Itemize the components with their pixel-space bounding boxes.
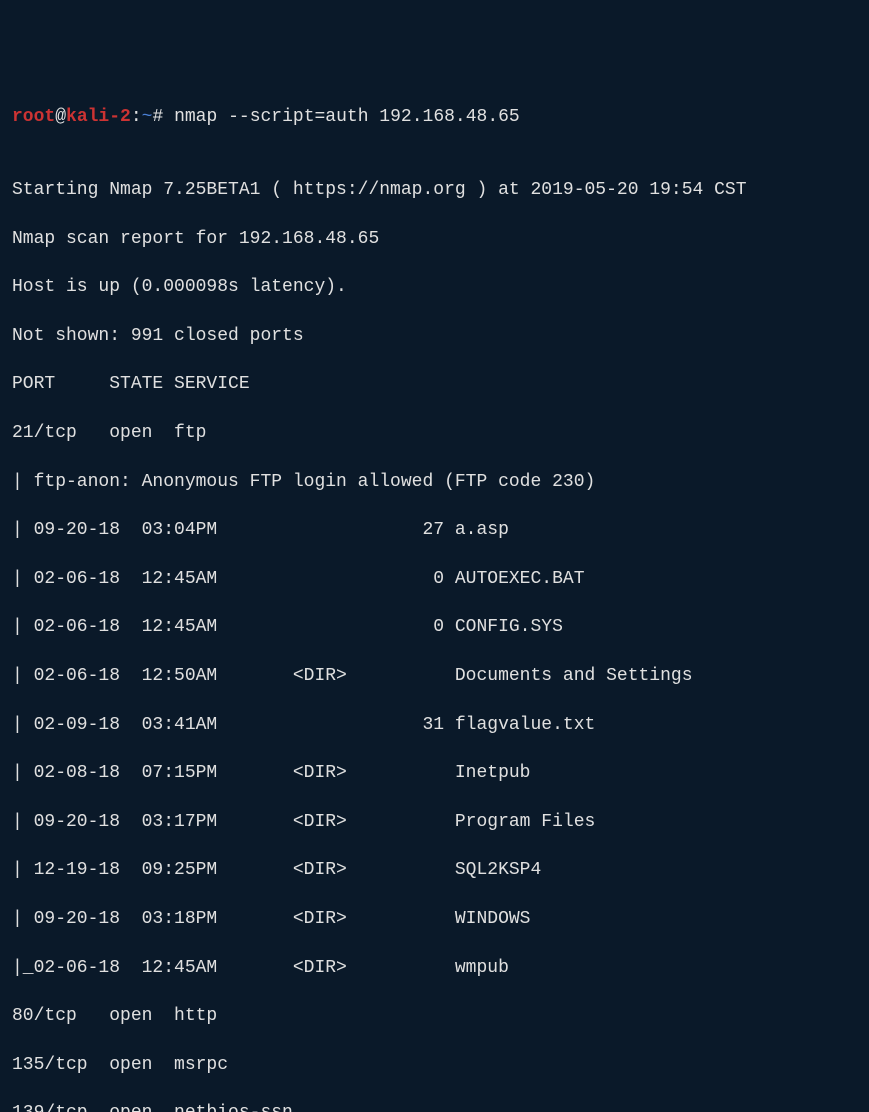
output-line-dir: | 12-19-18 09:25PM <DIR> SQL2KSP4 — [12, 858, 857, 882]
output-line-dir: | 09-20-18 03:18PM <DIR> WINDOWS — [12, 907, 857, 931]
output-line-file: | 02-06-18 12:45AM 0 CONFIG.SYS — [12, 615, 857, 639]
prompt-host: kali-2 — [66, 107, 131, 127]
output-line-port: 80/tcp open http — [12, 1004, 857, 1028]
output-line-port: 21/tcp open ftp — [12, 421, 857, 445]
output-line-dir: | 02-06-18 12:50AM <DIR> Documents and S… — [12, 664, 857, 688]
output-line-file: | 09-20-18 03:04PM 27 a.asp — [12, 518, 857, 542]
output-line: Not shown: 991 closed ports — [12, 324, 857, 348]
output-line: Starting Nmap 7.25BETA1 ( https://nmap.o… — [12, 178, 857, 202]
output-line-header: PORT STATE SERVICE — [12, 372, 857, 396]
output-line-script: | ftp-anon: Anonymous FTP login allowed … — [12, 470, 857, 494]
prompt-colon: : — [131, 107, 142, 127]
prompt-line[interactable]: root@kali-2:~# nmap --script=auth 192.16… — [12, 105, 857, 129]
prompt-at: @ — [55, 107, 66, 127]
prompt-user: root — [12, 107, 55, 127]
output-line-dir: | 09-20-18 03:17PM <DIR> Program Files — [12, 810, 857, 834]
output-line-dir: |_02-06-18 12:45AM <DIR> wmpub — [12, 956, 857, 980]
output-line: Nmap scan report for 192.168.48.65 — [12, 227, 857, 251]
command-text: nmap --script=auth 192.168.48.65 — [174, 107, 520, 127]
output-line-port: 135/tcp open msrpc — [12, 1053, 857, 1077]
prompt-path: ~ — [142, 107, 153, 127]
output-line-file: | 02-09-18 03:41AM 31 flagvalue.txt — [12, 713, 857, 737]
output-line: Host is up (0.000098s latency). — [12, 275, 857, 299]
output-line-dir: | 02-08-18 07:15PM <DIR> Inetpub — [12, 761, 857, 785]
output-line-port: 139/tcp open netbios-ssn — [12, 1101, 857, 1112]
output-line-file: | 02-06-18 12:45AM 0 AUTOEXEC.BAT — [12, 567, 857, 591]
prompt-symbol: # — [152, 107, 174, 127]
